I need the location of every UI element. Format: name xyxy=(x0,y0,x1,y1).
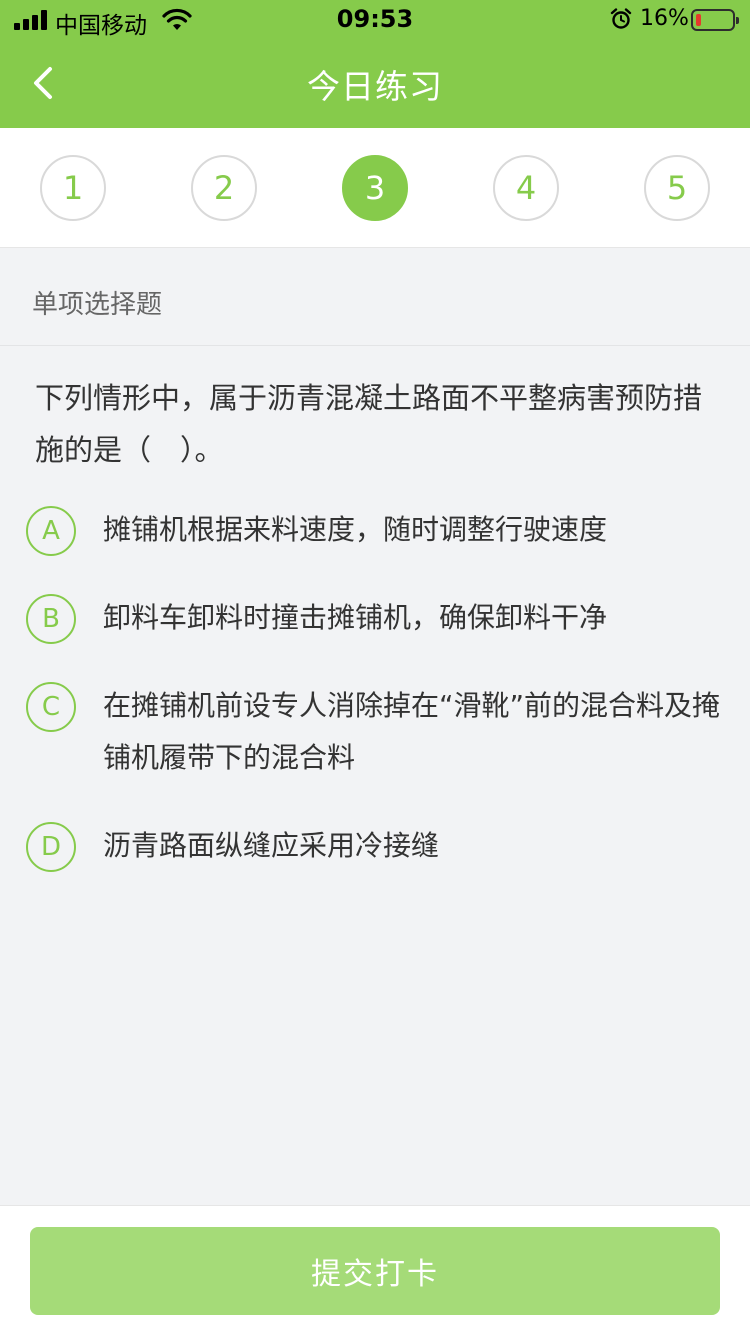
option-text: 沥青路面纵缝应采用冷接缝 xyxy=(103,829,440,862)
question-tab-1[interactable]: 1 xyxy=(40,155,106,221)
option-letter: D xyxy=(26,822,76,872)
nav-bar: 今日练习 xyxy=(0,40,750,128)
battery-level-fill xyxy=(696,14,701,26)
option-text: 在摊铺机前设专人消除掉在“滑靴”前的混合料及掩铺机履带下的混合料 xyxy=(103,689,721,774)
option-text: 摊铺机根据来料速度，随时调整行驶速度 xyxy=(103,513,608,546)
app-root: 中国移动 09:53 16% 今日练习 1 2 3 4 5 单项选择题 下列情形… xyxy=(0,0,750,1334)
option-letter: C xyxy=(26,682,76,732)
alarm-icon xyxy=(610,8,632,29)
option-letter: B xyxy=(26,594,76,644)
option-letter: A xyxy=(26,506,76,556)
status-bar: 中国移动 09:53 16% xyxy=(0,0,750,40)
question-text: 下列情形中，属于沥青混凝土路面不平整病害预防措施的是（ ）。 xyxy=(35,381,703,467)
question-tab-4[interactable]: 4 xyxy=(493,155,559,221)
question-tab-5[interactable]: 5 xyxy=(644,155,710,221)
bottom-bar: 提交打卡 xyxy=(0,1205,750,1334)
battery-icon xyxy=(691,9,739,31)
submit-checkin-button[interactable]: 提交打卡 xyxy=(30,1227,720,1315)
status-time: 09:53 xyxy=(336,5,414,33)
option-text: 卸料车卸料时撞击摊铺机，确保卸料干净 xyxy=(103,601,608,634)
question-number-tabs: 1 2 3 4 5 xyxy=(0,128,750,248)
question-tab-2[interactable]: 2 xyxy=(191,155,257,221)
battery-percent: 16% xyxy=(640,6,689,31)
header: 中国移动 09:53 16% 今日练习 xyxy=(0,0,750,128)
question-tab-3[interactable]: 3 xyxy=(342,155,408,221)
page-title: 今日练习 xyxy=(307,67,443,106)
question-type: 单项选择题 xyxy=(32,290,163,320)
question-type-bar: 单项选择题 xyxy=(0,248,750,346)
